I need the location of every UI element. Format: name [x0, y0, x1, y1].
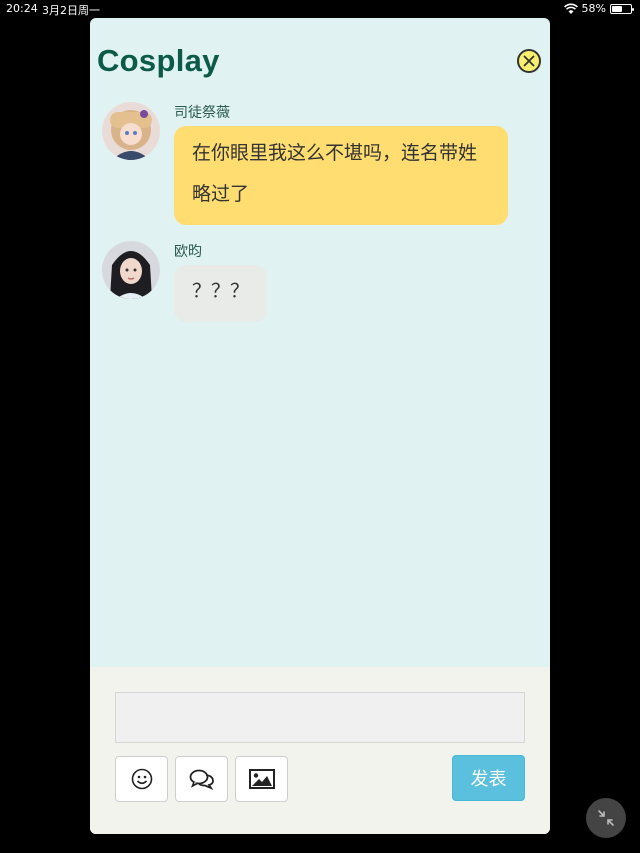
emoji-button[interactable] — [115, 756, 168, 802]
message-bubble: ？？？ — [174, 265, 268, 322]
chat-panel: Cosplay 司徒祭薇 在你眼里我这么不堪吗，连名带姓略过了 欧昀 ？？？ 发… — [90, 18, 550, 834]
composer: 发表 — [90, 667, 550, 834]
close-icon — [523, 55, 535, 67]
chat-button[interactable] — [175, 756, 228, 802]
status-bar: 20:24 3月2日周一 58% — [0, 0, 640, 18]
status-right: 58% — [563, 2, 634, 15]
sender-name: 司徒祭薇 — [174, 105, 230, 121]
battery-percent: 58% — [581, 2, 606, 15]
image-icon — [248, 769, 275, 789]
page-title: Cosplay — [97, 43, 220, 78]
avatar[interactable] — [102, 102, 160, 160]
send-button[interactable]: 发表 — [452, 755, 525, 801]
message-bubble: 在你眼里我这么不堪吗，连名带姓略过了 — [174, 126, 508, 225]
wifi-icon — [563, 3, 578, 14]
minimize-button[interactable] — [586, 798, 626, 838]
status-time: 20:24 — [6, 2, 38, 15]
close-button[interactable] — [517, 49, 541, 73]
chat-bubbles-icon — [189, 769, 214, 790]
status-date: 3月2日周一 — [42, 4, 100, 17]
battery-icon — [610, 3, 634, 14]
minimize-icon — [598, 810, 614, 826]
emoji-icon — [131, 768, 152, 790]
avatar[interactable] — [102, 241, 160, 299]
message-input[interactable] — [115, 692, 525, 743]
sender-name: 欧昀 — [174, 244, 202, 260]
image-button[interactable] — [235, 756, 288, 802]
